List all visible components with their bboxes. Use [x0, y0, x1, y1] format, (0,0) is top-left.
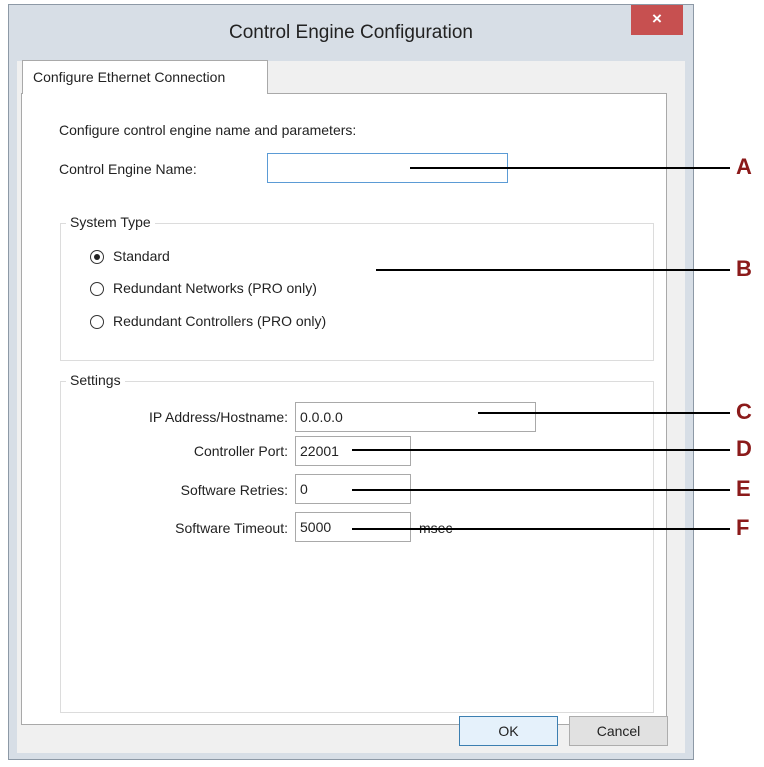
retries-label: Software Retries: [180, 482, 288, 498]
callout-letter-c: C [736, 399, 752, 424]
engine-name-label: Control Engine Name: [59, 161, 197, 177]
timeout-input[interactable]: 5000 [295, 512, 411, 542]
callout-letter-d: D [736, 436, 752, 461]
tab-configure-ethernet[interactable]: Configure Ethernet Connection [22, 60, 268, 94]
callout-line-c [478, 412, 730, 414]
callout-letter-a: A [736, 154, 752, 179]
cancel-button[interactable]: Cancel [569, 716, 668, 746]
radio-standard-label[interactable]: Standard [113, 248, 170, 264]
callout-line-f [352, 528, 730, 530]
radio-redundant-networks-label[interactable]: Redundant Networks (PRO only) [113, 280, 317, 296]
callout-line-b [376, 269, 730, 271]
window-title: Control Engine Configuration [229, 22, 473, 43]
callout-letter-b: B [736, 256, 752, 281]
callout-line-d [352, 449, 730, 451]
callout-line-a [410, 167, 730, 169]
radio-redundant-controllers-label[interactable]: Redundant Controllers (PRO only) [113, 313, 326, 329]
intro-text: Configure control engine name and parame… [59, 122, 357, 138]
system-type-title: System Type [66, 214, 155, 230]
close-icon: × [652, 9, 662, 28]
port-input[interactable]: 22001 [295, 436, 411, 466]
radio-redundant-controllers[interactable] [90, 315, 104, 329]
ip-input[interactable]: 0.0.0.0 [295, 402, 536, 432]
ip-label: IP Address/Hostname: [148, 409, 288, 425]
callout-line-e [352, 489, 730, 491]
close-button[interactable]: × [631, 5, 683, 35]
callout-letter-e: E [736, 476, 751, 501]
title-bar: Control Engine Configuration × [9, 5, 693, 61]
settings-title: Settings [66, 372, 125, 388]
callout-letter-f: F [736, 515, 750, 540]
radio-redundant-networks[interactable] [90, 282, 104, 296]
radio-standard[interactable] [90, 250, 104, 264]
ok-button[interactable]: OK [459, 716, 558, 746]
timeout-label: Software Timeout: [175, 520, 288, 536]
port-label: Controller Port: [193, 443, 288, 459]
